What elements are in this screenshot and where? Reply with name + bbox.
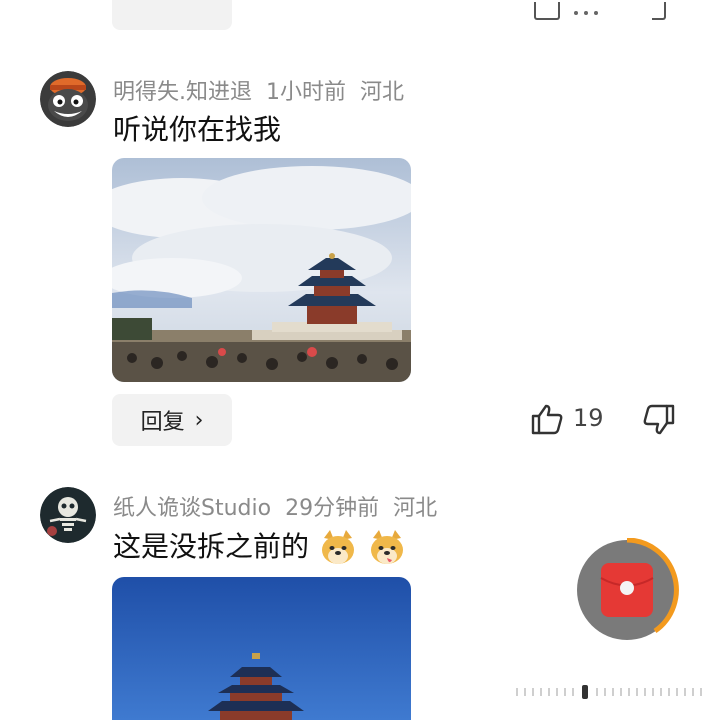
avatar[interactable] [40, 71, 96, 127]
comment-meta: 明得失.知进退 1小时前 河北 [113, 74, 404, 106]
comment-username[interactable]: 明得失.知进退 [113, 80, 252, 105]
thumbs-up-icon[interactable] [534, 2, 560, 20]
comment-text: 听说你在找我 [113, 113, 282, 146]
reply-label: 回复 [140, 410, 185, 435]
red-envelope-icon [600, 563, 654, 617]
comment-image-temple-of-heaven-old[interactable] [112, 577, 411, 720]
thumbs-down-icon[interactable] [642, 404, 676, 436]
scroll-indicator [516, 684, 706, 699]
comment-text-row: 这是没拆之前的 [113, 528, 407, 568]
thumbs-down-icon[interactable] [652, 2, 666, 20]
avatar[interactable] [40, 487, 96, 543]
comment-location: 河北 [393, 496, 438, 521]
comment-time: 1小时前 [266, 80, 346, 105]
doge-emoji-icon [318, 528, 358, 568]
comment-meta: 纸人诡谈Studio 29分钟前 河北 [113, 490, 437, 522]
thumbs-up-icon[interactable] [530, 403, 564, 435]
reply-button[interactable]: 回复 › [112, 394, 232, 446]
like-count: 19 [573, 404, 604, 432]
comment-location: 河北 [360, 80, 405, 105]
comment-time: 29分钟前 [285, 496, 380, 521]
previous-like-count [574, 0, 604, 15]
doge-emoji-icon [367, 528, 407, 568]
chevron-right-icon: › [194, 407, 204, 433]
comment-text: 这是没拆之前的 [113, 530, 310, 563]
comment-username[interactable]: 纸人诡谈Studio [113, 496, 271, 521]
red-packet-float-button[interactable] [575, 537, 679, 642]
previous-reply-button[interactable] [112, 0, 232, 30]
comment-image-temple-of-heaven[interactable] [112, 158, 411, 382]
